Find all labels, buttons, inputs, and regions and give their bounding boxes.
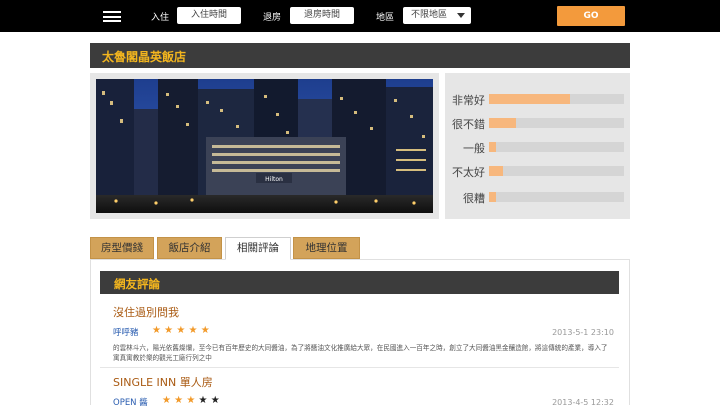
photo-frame: Hilton — [90, 73, 439, 219]
review-user[interactable]: 呼呼豬 — [113, 326, 139, 338]
rating-bar — [489, 94, 624, 104]
star-icon: ★ — [174, 395, 187, 406]
rating-bar-fill — [489, 142, 496, 152]
review-user[interactable]: OPEN 醬 — [113, 396, 148, 408]
rating-bar-fill — [489, 94, 570, 104]
reviews-header: 網友評論 — [100, 271, 619, 294]
rating-bar-fill — [489, 192, 496, 202]
rating-panel: 非常好很不錯一般不太好很糟 — [445, 73, 630, 219]
tab-3[interactable]: 地理位置 — [293, 237, 360, 259]
star-icon: ★ — [210, 395, 223, 406]
review-date: 2013-4-5 12:32 — [552, 398, 614, 407]
review-stars: ★★★★★ — [152, 325, 213, 336]
area-label: 地區 — [376, 13, 395, 23]
top-bar: 入住 入住時間 退房 退房時間 地區 不限地區 GO — [0, 0, 720, 32]
go-button[interactable]: GO — [557, 6, 625, 26]
checkout-field[interactable]: 退房時間 — [290, 7, 354, 24]
review-stars: ★★★★★ — [162, 395, 223, 406]
rating-row: 一般 — [445, 140, 630, 155]
tab-2[interactable]: 相關評論 — [225, 237, 291, 260]
review-title[interactable]: SINGLE INN 單人房 — [113, 374, 213, 390]
review-body: 的雲林斗六，陽光依舊燦爛，至今已有百年歷史的大同醬油，為了將醬油文化推廣給大眾，… — [113, 344, 608, 362]
rating-label: 一般 — [463, 142, 485, 155]
review-divider — [100, 367, 619, 368]
star-icon: ★ — [162, 395, 175, 406]
hotel-photo: Hilton — [96, 79, 433, 213]
rating-row: 不太好 — [445, 164, 630, 179]
rating-bar — [489, 166, 624, 176]
rating-row: 很糟 — [445, 190, 630, 205]
checkin-field[interactable]: 入住時間 — [177, 7, 241, 24]
star-icon: ★ — [176, 325, 189, 336]
menu-icon[interactable] — [103, 11, 121, 22]
star-icon: ★ — [188, 325, 201, 336]
tab-0[interactable]: 房型價錢 — [90, 237, 154, 259]
star-icon: ★ — [186, 395, 199, 406]
rating-label: 不太好 — [452, 166, 485, 179]
review-date: 2013-5-1 23:10 — [552, 328, 614, 337]
checkin-label: 入住 — [151, 13, 170, 23]
tab-1[interactable]: 飯店介紹 — [157, 237, 222, 259]
rating-label: 很不錯 — [452, 118, 485, 131]
rating-bar — [489, 118, 624, 128]
hotel-name: 太魯閣晶英飯店 — [102, 50, 187, 64]
rating-bar — [489, 192, 624, 202]
rating-bar-fill — [489, 166, 503, 176]
star-icon: ★ — [198, 395, 211, 406]
area-select[interactable]: 不限地區 — [403, 7, 471, 24]
checkout-label: 退房 — [263, 13, 282, 23]
svg-text:Hilton: Hilton — [265, 176, 283, 183]
hotel-title-bar: 太魯閣晶英飯店 — [90, 43, 630, 68]
review-title[interactable]: 沒住過別問我 — [113, 304, 179, 320]
star-icon: ★ — [200, 325, 213, 336]
rating-row: 非常好 — [445, 92, 630, 107]
rating-label: 非常好 — [452, 94, 485, 107]
chevron-down-icon — [457, 13, 465, 18]
rating-label: 很糟 — [463, 192, 485, 205]
reviews-title: 網友評論 — [114, 277, 160, 291]
area-select-value: 不限地區 — [411, 10, 448, 20]
rating-bar — [489, 142, 624, 152]
star-icon: ★ — [164, 325, 177, 336]
star-icon: ★ — [152, 325, 165, 336]
rating-bar-fill — [489, 118, 516, 128]
rating-row: 很不錯 — [445, 116, 630, 131]
